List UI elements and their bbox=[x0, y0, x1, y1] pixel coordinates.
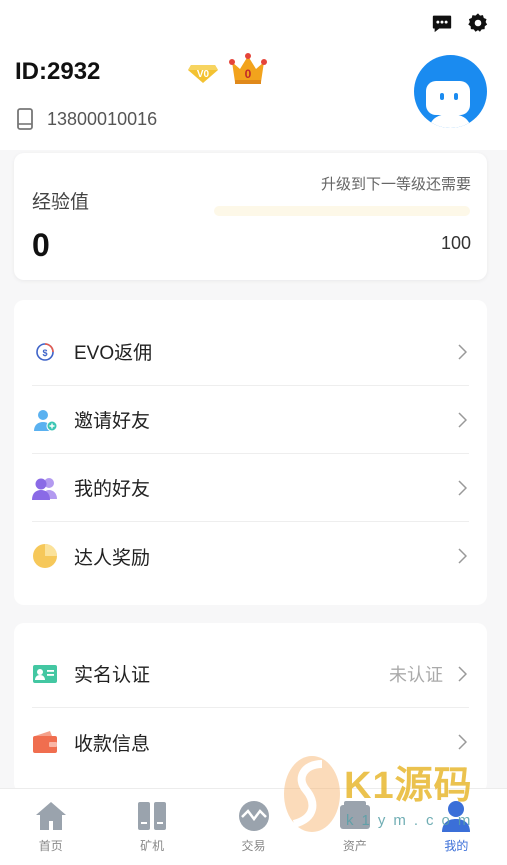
chevron-right-icon bbox=[458, 479, 467, 496]
menu-label: 实名认证 bbox=[74, 665, 151, 686]
svg-text:$: $ bbox=[42, 348, 47, 358]
tab-label: 首页 bbox=[38, 839, 63, 853]
miner-icon bbox=[138, 802, 167, 830]
settings-gear-icon[interactable] bbox=[467, 12, 489, 34]
experience-card: 经验值 0 升级到下一等级还需要 100 bbox=[14, 153, 487, 280]
menu-label: 我的好友 bbox=[74, 479, 151, 500]
experience-progress-bar bbox=[214, 206, 470, 216]
menu-item-evo-rebate[interactable]: $ EVO返佣 bbox=[32, 318, 469, 386]
chevron-right-icon bbox=[458, 411, 467, 428]
wallet-icon bbox=[33, 731, 57, 753]
phone-row: 13800010016 bbox=[17, 108, 157, 130]
menu-item-my-friends[interactable]: 我的好友 bbox=[32, 454, 469, 522]
tab-label: 交易 bbox=[241, 839, 266, 853]
tab-label: 矿机 bbox=[140, 839, 165, 853]
crown-icon: 0 bbox=[229, 53, 267, 84]
watermark-logo-icon bbox=[284, 756, 340, 832]
avatar[interactable] bbox=[414, 55, 487, 128]
profile-header: ID:2932 V0 0 13800010016 bbox=[0, 0, 507, 150]
menu-item-real-name-verification[interactable]: 实名认证 未认证 bbox=[32, 640, 469, 708]
user-id: ID:2932 bbox=[15, 58, 101, 85]
home-icon bbox=[35, 802, 66, 830]
menu-label: 邀请好友 bbox=[74, 411, 151, 432]
chevron-right-icon bbox=[458, 734, 467, 750]
avatar-face-icon bbox=[426, 81, 471, 128]
message-icon[interactable] bbox=[431, 12, 453, 34]
pie-chart-icon bbox=[33, 544, 57, 568]
experience-label: 经验值 bbox=[32, 192, 90, 213]
vip-level-badge-icon: V0 bbox=[188, 65, 218, 83]
menu-item-invite-friends[interactable]: 邀请好友 bbox=[32, 386, 469, 454]
id-card-icon bbox=[33, 664, 57, 683]
chevron-right-icon bbox=[458, 343, 467, 360]
watermark-domain: k1ym.com bbox=[346, 812, 479, 829]
chevron-right-icon bbox=[458, 548, 467, 564]
invite-user-icon bbox=[34, 409, 58, 431]
phone-number: 13800010016 bbox=[47, 108, 158, 129]
trade-icon bbox=[238, 801, 269, 831]
evo-icon: $ bbox=[36, 342, 54, 361]
friends-icon bbox=[32, 477, 57, 500]
menu-label: EVO返佣 bbox=[74, 343, 153, 364]
chevron-right-icon bbox=[458, 665, 467, 682]
verification-status: 未认证 bbox=[389, 664, 443, 685]
experience-value: 0 bbox=[32, 227, 50, 263]
level-up-hint: 升级到下一等级还需要 bbox=[320, 176, 471, 193]
menu-label: 达人奖励 bbox=[74, 547, 151, 569]
menu-group-1: $ EVO返佣 邀请好友 我的好友 达人奖励 bbox=[14, 300, 487, 605]
site-watermark: K1源码 k1ym.com bbox=[278, 750, 490, 840]
tab-home[interactable]: 首页 bbox=[0, 789, 101, 865]
experience-required: 100 bbox=[440, 233, 471, 253]
crown-level-text: 0 bbox=[245, 67, 252, 81]
watermark-brand: K1源码 bbox=[344, 765, 473, 807]
menu-label: 收款信息 bbox=[74, 733, 151, 755]
phone-icon bbox=[17, 108, 33, 130]
tab-miner[interactable]: 矿机 bbox=[101, 789, 202, 865]
menu-item-expert-reward[interactable]: 达人奖励 bbox=[32, 522, 469, 590]
vip-level-text: V0 bbox=[197, 69, 210, 80]
top-actions bbox=[431, 12, 489, 34]
